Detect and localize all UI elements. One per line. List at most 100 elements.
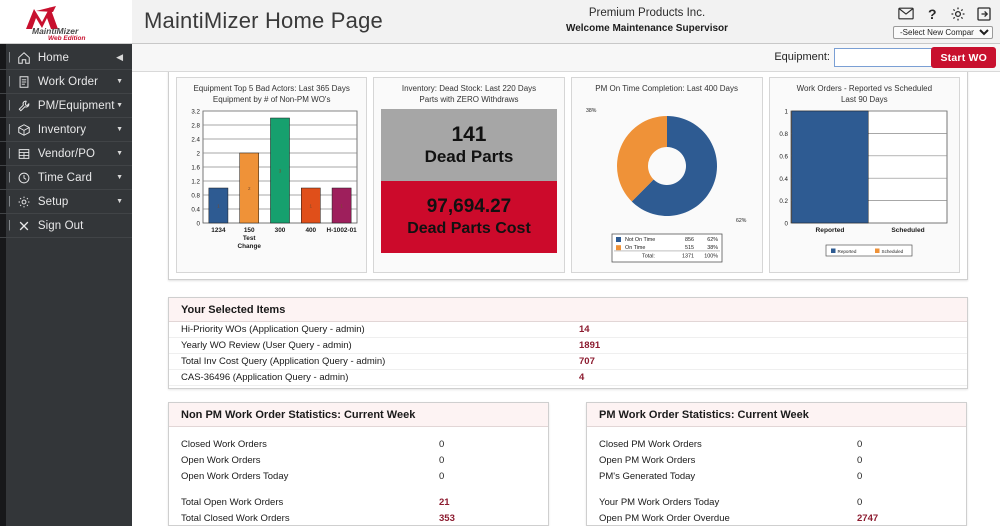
non-pm-stats-panel: Non PM Work Order Statistics: Current We… xyxy=(168,402,549,526)
sidebar-item-time-card[interactable]: | Time Card ▼ xyxy=(0,166,132,190)
svg-text:1371: 1371 xyxy=(682,253,694,259)
chevron-down-icon: ▼ xyxy=(116,150,123,157)
maintimizer-logo-icon: MaintiMizer Web Edition xyxy=(26,5,85,41)
table-row[interactable]: PM's Generated Today 0 xyxy=(587,468,966,484)
svg-text:Scheduled: Scheduled xyxy=(892,227,925,234)
svg-text:Web Edition: Web Edition xyxy=(48,35,85,41)
list-item[interactable]: Total Inv Cost Query (Application Query … xyxy=(169,354,967,370)
panel-title: PM Work Order Statistics: Current Week xyxy=(587,403,966,427)
app-root: MaintiMizer Web Edition | Home ◀ | Work … xyxy=(0,0,1000,526)
chevron-left-icon: ◀ xyxy=(116,52,123,62)
svg-text:1: 1 xyxy=(785,109,789,116)
logout-icon[interactable] xyxy=(975,5,992,22)
chart-subtitle: Last 90 Days xyxy=(840,95,888,104)
table-row[interactable]: Open Work Orders Today 0 xyxy=(169,468,548,484)
sidebar-item-setup[interactable]: | Setup ▼ xyxy=(0,190,132,214)
svg-text:0.2: 0.2 xyxy=(780,198,789,205)
nav-divider: | xyxy=(8,147,11,159)
chart-subtitle: Equipment by # of Non-PM WO's xyxy=(212,95,331,104)
svg-text:Reported: Reported xyxy=(838,249,857,254)
chart-pm-on-time[interactable]: PM On Time Completion: Last 400 Days 38%… xyxy=(570,77,763,273)
bar-chart-canvas: 0 0.2 0.4 0.6 0.8 1 Reported Scheduled Reported S… xyxy=(780,109,948,257)
chevron-down-icon: ▼ xyxy=(116,126,123,133)
chart-dead-stock[interactable]: Inventory: Dead Stock: Last 220 Days Par… xyxy=(373,77,565,273)
svg-text:2: 2 xyxy=(196,151,200,158)
chevron-down-icon: ▼ xyxy=(116,174,123,181)
row-label: Open PM Work Orders xyxy=(599,454,696,466)
svg-text:Not On Time: Not On Time xyxy=(625,237,655,243)
svg-text:3.2: 3.2 xyxy=(191,109,200,116)
row-value: 0 xyxy=(439,454,445,466)
sidebar-item-label: Vendor/PO xyxy=(37,147,96,160)
svg-text:Scheduled: Scheduled xyxy=(882,249,904,254)
row-label: Yearly WO Review (User Query - admin) xyxy=(181,340,352,351)
chart-reported-vs-scheduled[interactable]: Work Orders - Reported vs Scheduled Last… xyxy=(768,77,960,273)
svg-text:856: 856 xyxy=(685,237,694,243)
row-label: Hi-Priority WOs (Application Query - adm… xyxy=(181,324,365,335)
gear-icon[interactable] xyxy=(949,5,966,22)
company-selector[interactable]: -Select New Company- xyxy=(893,26,993,39)
table-row[interactable]: Total Open Work Orders 21 xyxy=(169,494,548,510)
row-label: Closed Work Orders xyxy=(181,438,267,450)
svg-text:1234: 1234 xyxy=(211,227,226,234)
sidebar-item-pm-equipment[interactable]: | PM/Equipment ▼ xyxy=(0,94,132,118)
brand-logo[interactable]: MaintiMizer Web Edition xyxy=(0,0,132,44)
svg-text:38%: 38% xyxy=(586,108,597,114)
sidebar-item-vendor-po[interactable]: | Vendor/PO ▼ xyxy=(0,142,132,166)
sidebar-item-sign-out[interactable]: | Sign Out xyxy=(0,214,132,238)
page-title: MaintiMizer Home Page xyxy=(144,8,383,33)
equipment-input[interactable] xyxy=(834,48,934,67)
list-item[interactable]: Hi-Priority WOs (Application Query - adm… xyxy=(169,322,967,338)
list-item[interactable]: Yearly WO Review (User Query - admin) 189… xyxy=(169,338,967,354)
nav-divider: | xyxy=(8,99,11,111)
row-value: 0 xyxy=(857,438,863,450)
help-icon[interactable]: ? xyxy=(923,5,940,22)
row-label: PM's Generated Today xyxy=(599,470,696,482)
table-row[interactable]: Closed PM Work Orders 0 xyxy=(587,436,966,452)
row-label: Open Work Orders Today xyxy=(181,470,289,482)
table-row[interactable]: Open PM Work Orders 0 xyxy=(587,452,966,468)
start-wo-button[interactable]: Start WO xyxy=(931,47,996,68)
selected-items-list: Hi-Priority WOs (Application Query - adm… xyxy=(169,322,967,386)
table-row[interactable]: Total Closed Work Orders 353 xyxy=(169,510,548,526)
svg-text:Change: Change xyxy=(237,243,261,250)
clock-icon xyxy=(16,170,32,186)
svg-text:300: 300 xyxy=(274,227,285,234)
chevron-down-icon: ▼ xyxy=(116,198,123,205)
svg-text:1.2: 1.2 xyxy=(191,179,200,186)
table-row[interactable]: Open Work Orders 0 xyxy=(169,452,548,468)
dead-parts-label: Dead Parts xyxy=(424,147,514,166)
mail-icon[interactable] xyxy=(897,5,914,22)
row-label: Open PM Work Order Overdue xyxy=(599,512,730,524)
svg-text:150: 150 xyxy=(244,227,255,234)
table-row[interactable]: Your PM Work Orders Today 0 xyxy=(587,494,966,510)
sidebar-item-label: Sign Out xyxy=(37,219,84,232)
svg-text:0.8: 0.8 xyxy=(780,131,789,138)
svg-text:38%: 38% xyxy=(707,245,718,251)
sidebar-item-work-order[interactable]: | Work Order ▼ xyxy=(0,70,132,94)
table-row[interactable]: Open PM Work Order Overdue 2747 xyxy=(587,510,966,526)
sidebar-item-inventory[interactable]: | Inventory ▼ xyxy=(0,118,132,142)
svg-text:0.4: 0.4 xyxy=(780,176,789,183)
non-pm-stats-list: Closed Work Orders 0 Open Work Orders 0 Open… xyxy=(169,436,548,526)
svg-text:62%: 62% xyxy=(707,237,718,243)
panel-title: Your Selected Items xyxy=(169,298,967,322)
row-value: 21 xyxy=(439,496,450,508)
row-label: Closed PM Work Orders xyxy=(599,438,702,450)
dead-parts-cost-value: 97,694.27 xyxy=(426,196,512,217)
table-row[interactable]: Closed Work Orders 0 xyxy=(169,436,548,452)
table-icon xyxy=(16,146,32,162)
chart-title: Inventory: Dead Stock: Last 220 Days xyxy=(401,84,537,93)
chart-bad-actors[interactable]: Equipment Top 5 Bad Actors: Last 365 Day… xyxy=(176,77,368,273)
sidebar-item-label: Setup xyxy=(37,195,69,208)
sidebar-item-home[interactable]: | Home ◀ xyxy=(0,46,132,70)
row-spacer xyxy=(169,484,548,494)
svg-text:1.6: 1.6 xyxy=(191,165,200,172)
row-label: Total Open Work Orders xyxy=(181,496,284,508)
equipment-label: Equipment: xyxy=(774,51,830,63)
nav-divider: | xyxy=(8,123,11,135)
list-item[interactable]: CAS-36496 (Application Query - admin) 4 xyxy=(169,370,967,386)
header-icon-group: ? xyxy=(897,5,992,22)
top-header: MaintiMizer Home Page Premium Products I… xyxy=(132,0,1000,44)
nav-divider: | xyxy=(8,51,11,63)
